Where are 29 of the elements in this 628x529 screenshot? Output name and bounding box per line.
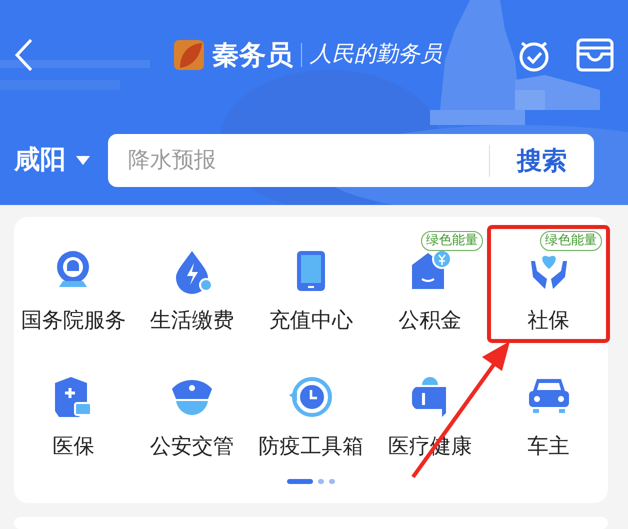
service-label: 公积金 [398, 307, 462, 334]
service-label: 生活缴费 [150, 307, 234, 334]
service-item[interactable]: 防疫工具箱 [252, 353, 370, 467]
search-button[interactable]: 搜索 [490, 142, 594, 180]
service-label: 国务院服务 [20, 307, 126, 334]
energy-tag: 绿色能量 [540, 231, 602, 251]
service-item[interactable]: 绿色能量 公积金 [370, 227, 490, 341]
service-item[interactable]: 公安交管 [132, 353, 252, 467]
service-label: 社保 [528, 307, 570, 334]
service-item[interactable]: 生活缴费 [132, 227, 252, 341]
city-selector[interactable]: 咸阳 [14, 141, 66, 180]
slogan: 人民的勤务员 [310, 44, 442, 66]
service-item[interactable]: 车主 [489, 353, 608, 467]
service-item-highlight[interactable]: 绿色能量 社保 [489, 227, 608, 341]
service-label: 医保 [52, 433, 94, 460]
service-item[interactable]: 充值中心 [252, 227, 370, 341]
back-icon[interactable] [14, 38, 34, 72]
energy-tag: 绿色能量 [421, 231, 484, 251]
brand-name: 秦务员 [212, 42, 293, 68]
search-field[interactable]: 降水预报 搜索 [108, 134, 594, 187]
service-label: 充值中心 [268, 307, 353, 334]
logo-icon [174, 40, 204, 70]
service-label: 公安交管 [150, 433, 234, 460]
service-label: 防疫工具箱 [258, 433, 364, 460]
service-label: 车主 [528, 433, 570, 460]
wallet-icon[interactable] [576, 38, 614, 72]
caret-icon[interactable] [76, 156, 90, 166]
service-item[interactable]: 国务院服务 [14, 227, 133, 341]
service-item[interactable]: 医保 [14, 353, 133, 467]
